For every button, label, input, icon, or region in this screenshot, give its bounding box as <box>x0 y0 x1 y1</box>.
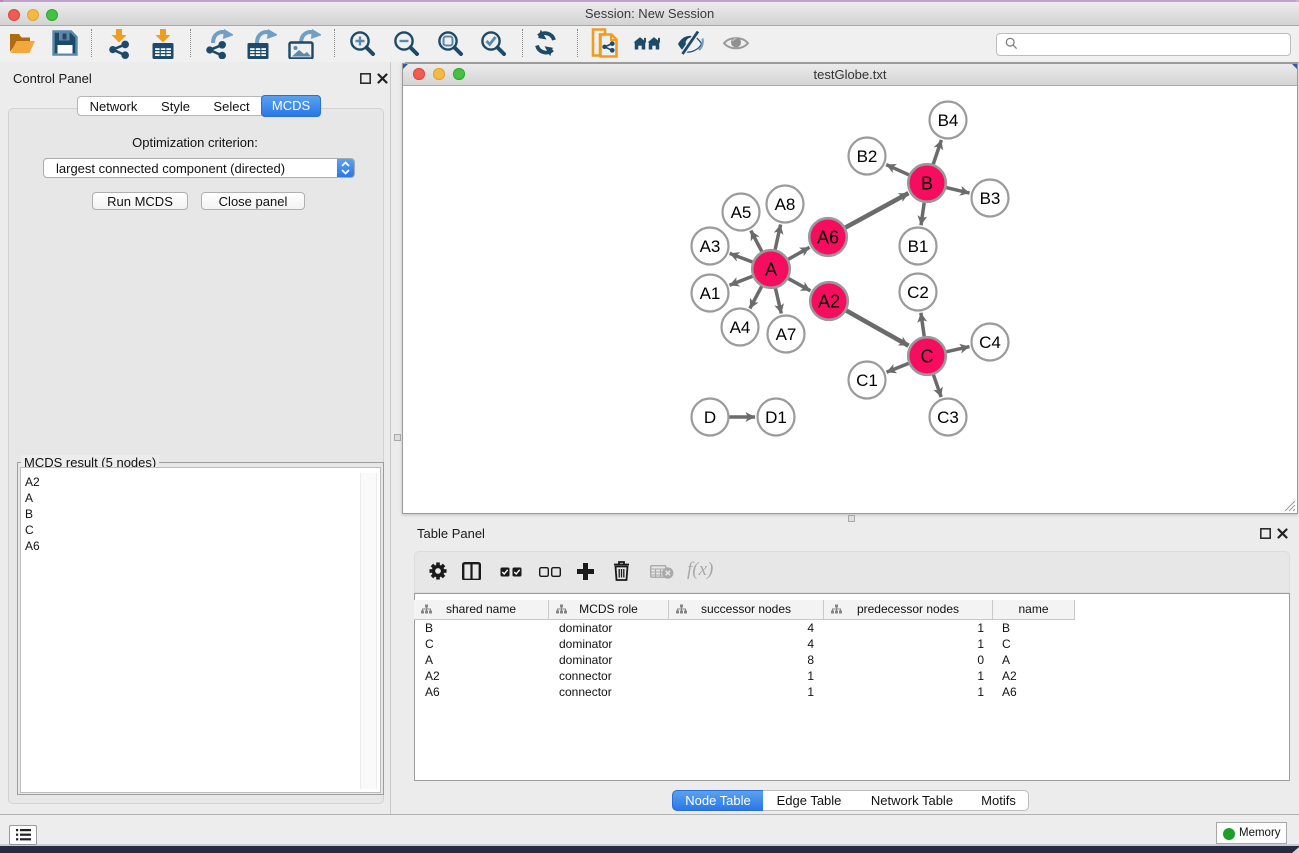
svg-text:C2: C2 <box>907 283 929 302</box>
svg-text:A1: A1 <box>700 284 721 303</box>
svg-text:C: C <box>921 347 934 367</box>
svg-text:C4: C4 <box>979 333 1001 352</box>
svg-text:A3: A3 <box>700 237 721 256</box>
svg-text:A8: A8 <box>775 195 796 214</box>
svg-text:A2: A2 <box>818 292 840 312</box>
svg-text:B2: B2 <box>857 147 878 166</box>
svg-text:A5: A5 <box>731 203 752 222</box>
svg-text:B1: B1 <box>908 237 929 256</box>
svg-text:D: D <box>704 408 716 427</box>
svg-text:D1: D1 <box>765 408 787 427</box>
svg-text:A: A <box>765 260 777 280</box>
svg-text:C3: C3 <box>937 408 959 427</box>
svg-text:A7: A7 <box>776 325 797 344</box>
svg-text:B4: B4 <box>938 111 959 130</box>
svg-text:B: B <box>921 174 933 194</box>
svg-text:A4: A4 <box>730 318 751 337</box>
svg-text:A6: A6 <box>817 228 839 248</box>
svg-text:C1: C1 <box>856 371 878 390</box>
svg-text:B3: B3 <box>980 189 1001 208</box>
